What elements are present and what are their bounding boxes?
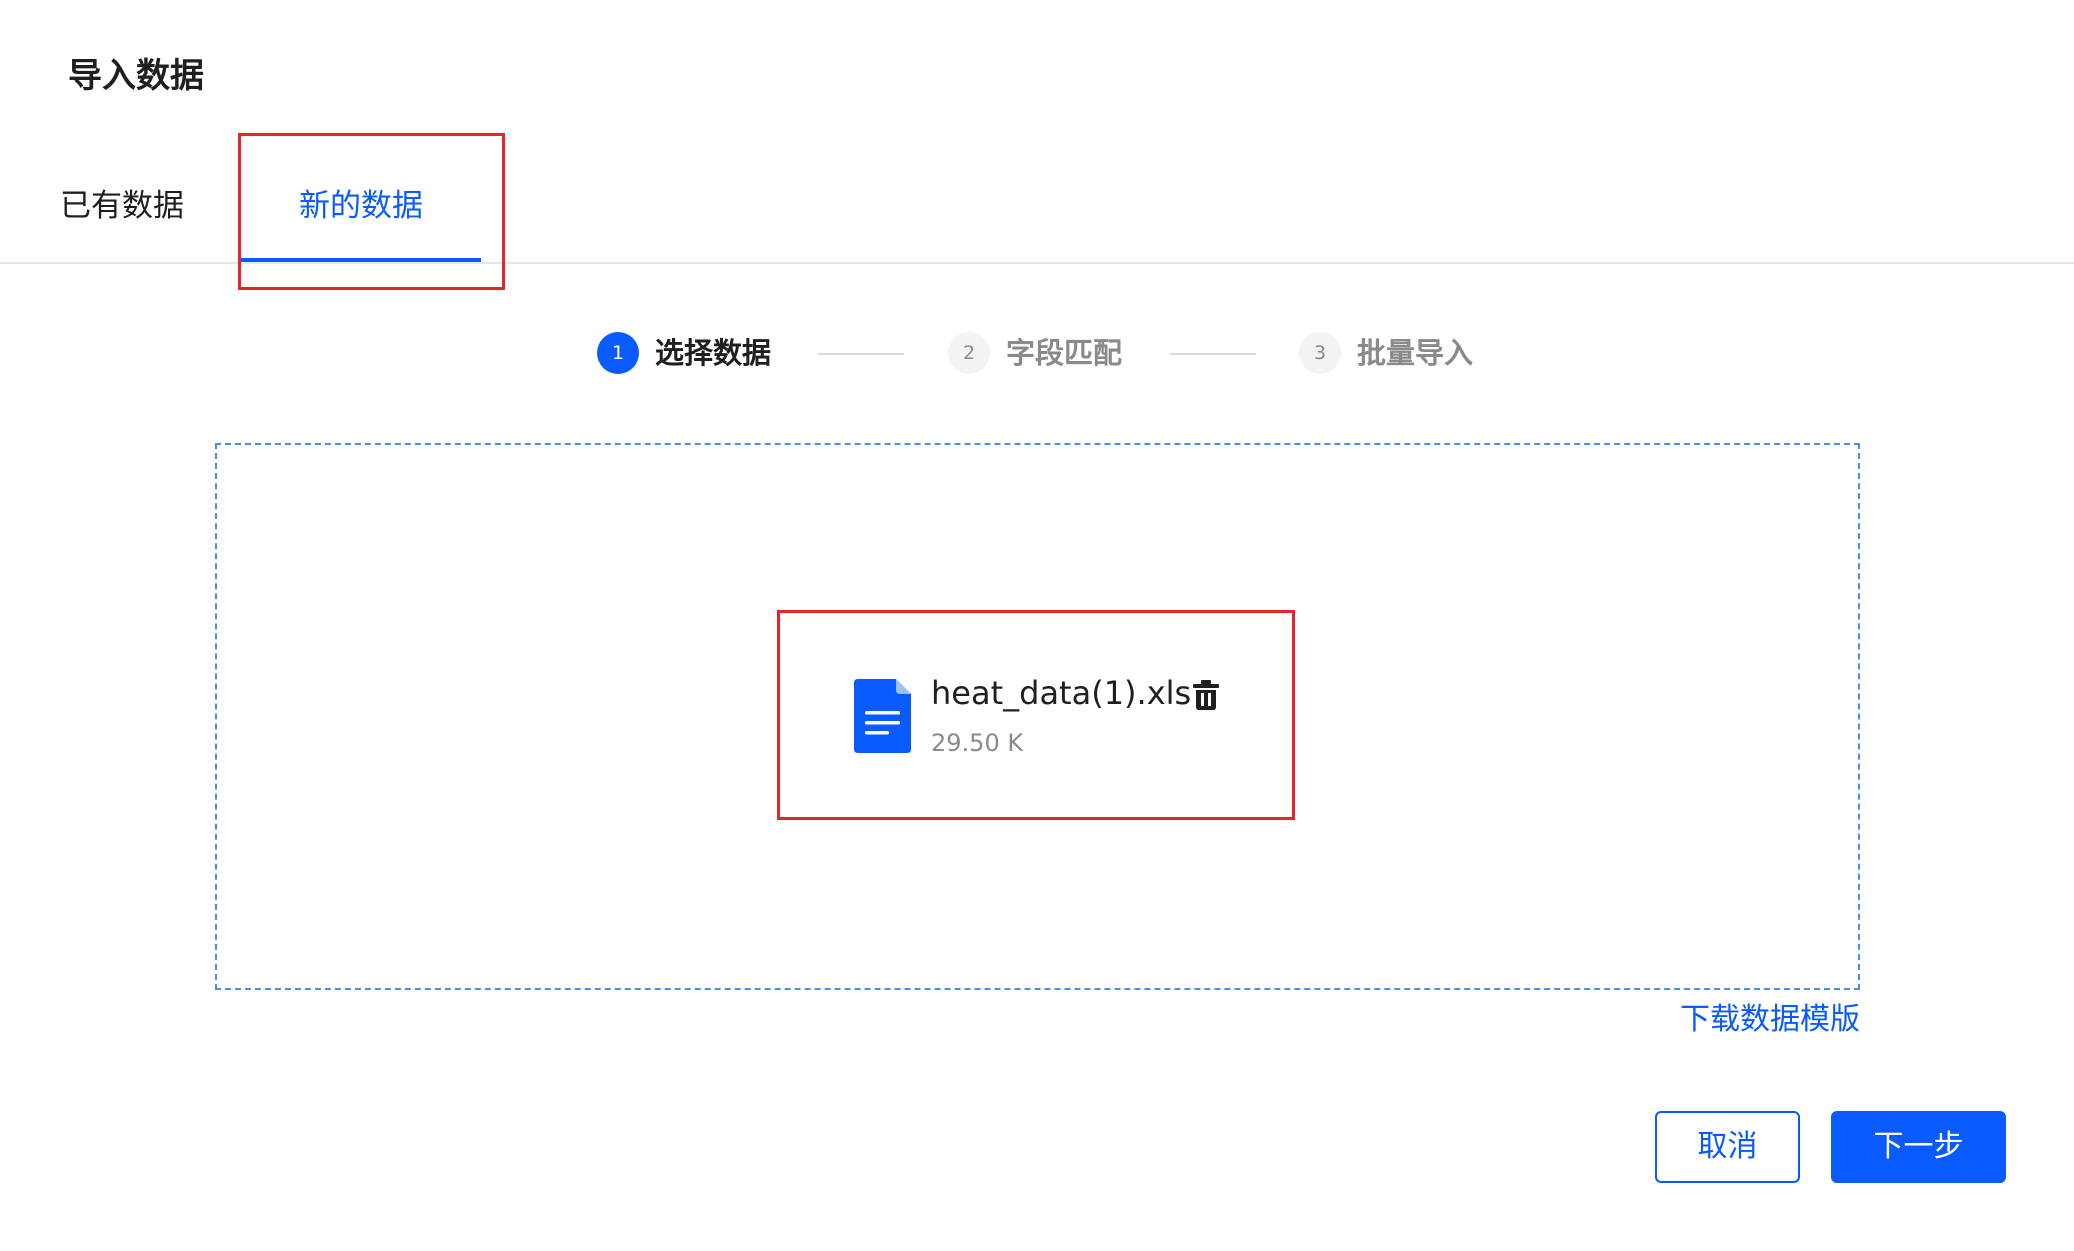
download-template-link[interactable]: 下载数据模版 bbox=[1680, 998, 1860, 1042]
file-upload-dropzone[interactable] bbox=[215, 443, 1860, 990]
step-1-number: 1 bbox=[597, 332, 639, 374]
import-data-dialog: 导入数据 已有数据 新的数据 1 选择数据 2 字段匹配 3 批量导入 heat… bbox=[0, 0, 2074, 1251]
trash-icon[interactable] bbox=[1193, 680, 1219, 710]
active-tab-indicator bbox=[241, 258, 481, 262]
step-2-number: 2 bbox=[948, 332, 990, 374]
tab-bar: 已有数据 新的数据 bbox=[0, 170, 2074, 264]
tab-existing-data[interactable]: 已有数据 bbox=[60, 170, 185, 262]
tab-existing-data-label: 已有数据 bbox=[60, 188, 184, 224]
tab-new-data-label: 新的数据 bbox=[299, 188, 423, 224]
cancel-button[interactable]: 取消 bbox=[1655, 1111, 1800, 1183]
step-1-label: 选择数据 bbox=[655, 336, 772, 370]
step-3-number: 3 bbox=[1299, 332, 1341, 374]
next-step-button[interactable]: 下一步 bbox=[1831, 1111, 2006, 1183]
tab-new-data[interactable]: 新的数据 bbox=[241, 170, 481, 262]
uploaded-file-name: heat_data(1).xls bbox=[931, 674, 1192, 712]
document-icon bbox=[854, 679, 911, 753]
step-2-label: 字段匹配 bbox=[1006, 336, 1123, 370]
step-3-label: 批量导入 bbox=[1357, 336, 1474, 370]
dialog-title: 导入数据 bbox=[68, 56, 204, 96]
stepper: 1 选择数据 2 字段匹配 3 批量导入 bbox=[0, 330, 2074, 378]
step-connector-1 bbox=[818, 353, 904, 355]
step-connector-2 bbox=[1170, 353, 1256, 355]
uploaded-file-size: 29.50 K bbox=[931, 729, 1024, 757]
